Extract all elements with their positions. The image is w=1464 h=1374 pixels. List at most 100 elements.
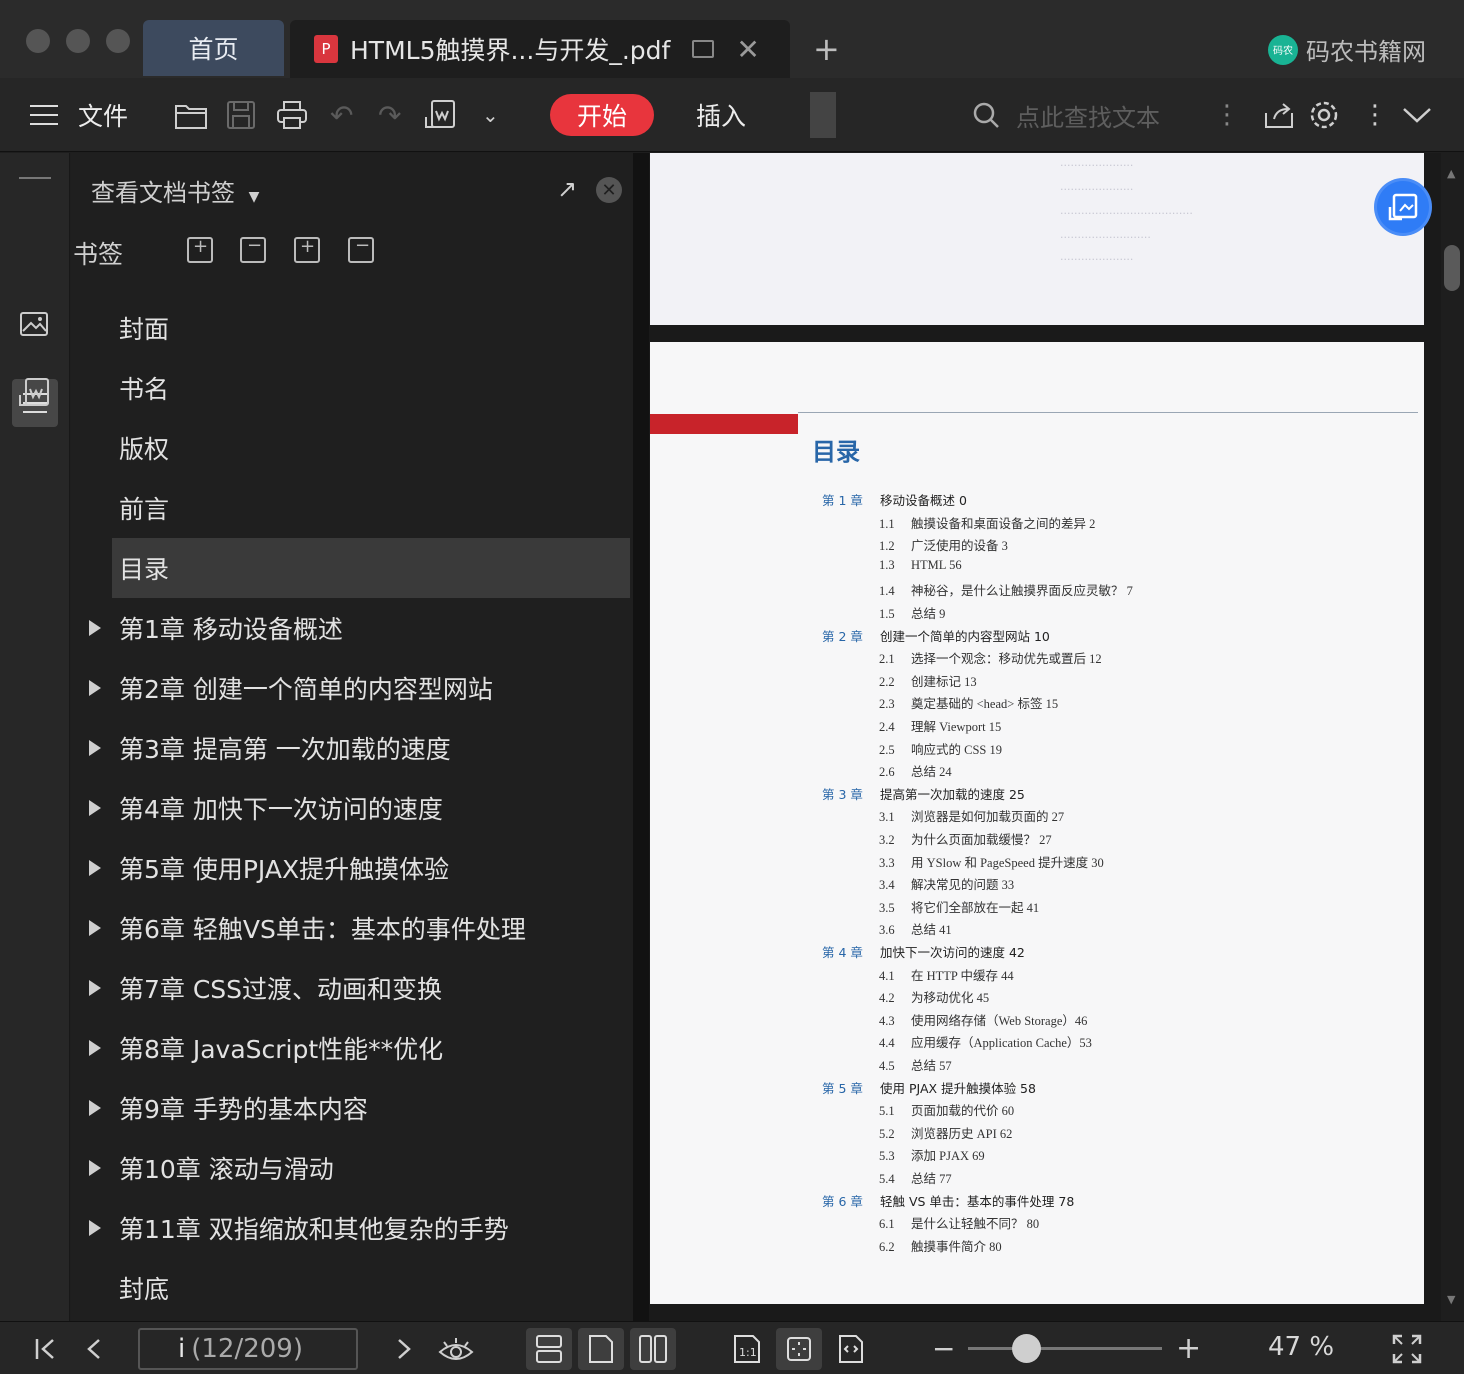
bookmark-item[interactable]: 第10章 滚动与滑动: [71, 1138, 633, 1198]
bookmark-item[interactable]: 封面: [71, 298, 633, 358]
document-view[interactable]: ····················· ··················…: [649, 153, 1441, 1321]
tab-document[interactable]: P HTML5触摸界...与开发_.pdf ✕: [290, 20, 790, 78]
settings-gear-icon[interactable]: [1308, 78, 1340, 152]
more-vertical-icon[interactable]: ⋮: [1214, 78, 1240, 152]
two-page-view-icon[interactable]: [630, 1328, 676, 1370]
bookmark-item[interactable]: 第9章 手势的基本内容: [71, 1078, 633, 1138]
first-page-icon[interactable]: [34, 1322, 56, 1374]
bookmark-item[interactable]: 第8章 JavaScript性能**优化: [71, 1018, 633, 1078]
open-folder-icon[interactable]: [174, 78, 208, 152]
page-number-input[interactable]: i (12/209): [138, 1328, 358, 1370]
hamburger-menu-icon[interactable]: [30, 78, 58, 152]
scroll-up-arrow-icon[interactable]: ▲: [1447, 167, 1455, 180]
undo-icon[interactable]: ↶: [330, 78, 353, 152]
convert-icon[interactable]: [424, 78, 456, 152]
expand-arrow-icon[interactable]: ↗: [557, 175, 577, 203]
zoom-in-icon[interactable]: +: [1176, 1322, 1201, 1374]
expand-triangle-icon[interactable]: [89, 800, 101, 816]
bookmark-label: 前言: [119, 495, 170, 524]
toc-section: 3.2 为什么页面加载缓慢？ 27: [879, 829, 1052, 848]
zoom-out-icon[interactable]: −: [932, 1322, 955, 1374]
expand-triangle-icon[interactable]: [89, 740, 101, 756]
single-page-view-icon[interactable]: [578, 1328, 624, 1370]
add-bookmark-icon[interactable]: +: [294, 236, 320, 263]
thumbnail-image-icon[interactable]: [19, 311, 49, 337]
more-options-icon[interactable]: ⋮: [1362, 78, 1388, 152]
expand-triangle-icon[interactable]: [89, 680, 101, 696]
rail-handle[interactable]: [19, 177, 51, 179]
expand-triangle-icon[interactable]: [89, 1100, 101, 1116]
brand-badge[interactable]: 码农 码农书籍网: [1268, 32, 1426, 67]
bookmark-item[interactable]: 第4章 加快下一次访问的速度: [71, 778, 633, 838]
bookmark-label: 第3章 提高第 一次加载的速度: [119, 735, 451, 764]
collapse-all-bookmarks-icon[interactable]: −: [240, 235, 266, 263]
scroll-down-arrow-icon[interactable]: ▼: [1447, 1293, 1455, 1306]
expand-triangle-icon[interactable]: [89, 860, 101, 876]
monitor-icon[interactable]: [692, 40, 715, 58]
bookmark-item[interactable]: 第1章 移动设备概述: [71, 598, 633, 658]
panel-close-icon[interactable]: ✕: [596, 177, 622, 203]
panel-divider[interactable]: [633, 153, 649, 1321]
delete-bookmark-icon[interactable]: −: [348, 235, 374, 263]
bookmark-item[interactable]: 第5章 使用PJAX提升触摸体验: [71, 838, 633, 898]
fit-page-icon[interactable]: [776, 1328, 822, 1370]
toc-section: 1.1 触摸设备和桌面设备之间的差异 2: [879, 513, 1095, 532]
bookmark-item[interactable]: 第2章 创建一个简单的内容型网站: [71, 658, 633, 718]
fit-width-icon[interactable]: [828, 1328, 874, 1370]
previous-page-icon[interactable]: [86, 1322, 102, 1374]
bookmark-item[interactable]: 第6章 轻触VS单击：基本的事件处理: [71, 898, 633, 958]
bookmark-item[interactable]: 书名: [71, 358, 633, 418]
collapse-toolbar-chevron-icon[interactable]: [1402, 78, 1432, 152]
toc-section-title: 解决常见的问题 33: [911, 878, 1015, 893]
bookmark-item[interactable]: 版权: [71, 418, 633, 478]
header-rule: [798, 412, 1418, 413]
plus-icon: +: [813, 30, 840, 68]
bookmark-item[interactable]: 第11章 双指缩放和其他复杂的手势: [71, 1198, 633, 1258]
expand-triangle-icon[interactable]: [89, 920, 101, 936]
file-menu-button[interactable]: 文件: [78, 78, 128, 152]
save-icon[interactable]: [226, 78, 256, 152]
bookmark-item[interactable]: 前言: [71, 478, 633, 538]
chevron-down-icon[interactable]: ⌄: [482, 78, 499, 152]
zoom-slider-knob[interactable]: [1011, 1334, 1041, 1363]
bookmark-item[interactable]: 第7章 CSS过渡、动画和变换: [71, 958, 633, 1018]
expand-all-bookmarks-icon[interactable]: +: [187, 236, 213, 263]
expand-triangle-icon[interactable]: [89, 980, 101, 996]
bookmark-item[interactable]: 第3章 提高第 一次加载的速度: [71, 718, 633, 778]
floating-convert-button[interactable]: [1374, 178, 1432, 236]
redo-icon[interactable]: ↷: [378, 78, 401, 152]
expand-triangle-icon[interactable]: [89, 1220, 101, 1236]
next-page-icon[interactable]: [396, 1322, 412, 1374]
toc-section-title: 为什么页面加载缓慢？ 27: [911, 833, 1052, 847]
bookmark-label: 封面: [119, 315, 170, 344]
rail-convert-icon[interactable]: [18, 377, 50, 409]
window-zoom-dot[interactable]: [106, 29, 130, 53]
eye-protection-icon[interactable]: [438, 1322, 474, 1374]
toc-section: 5.1 页面加载的代价 60: [879, 1100, 1014, 1119]
zoom-level[interactable]: 47 %: [1268, 1332, 1334, 1362]
expand-triangle-icon[interactable]: [89, 1160, 101, 1176]
tab-home[interactable]: 首页: [143, 20, 284, 76]
document-scrollbar[interactable]: ▲ ▼: [1441, 153, 1464, 1321]
tab-start[interactable]: 开始: [550, 94, 654, 136]
scrollbar-thumb[interactable]: [1444, 245, 1460, 291]
window-minimize-dot[interactable]: [66, 29, 90, 53]
continuous-view-icon[interactable]: [526, 1328, 572, 1370]
share-icon[interactable]: [1264, 78, 1294, 152]
search-field[interactable]: 点此查找文本: [972, 94, 1160, 136]
new-tab-button[interactable]: +: [813, 30, 840, 68]
tab-close-icon[interactable]: ✕: [736, 33, 759, 66]
expand-triangle-icon[interactable]: [89, 1040, 101, 1056]
zoom-slider-track[interactable]: [968, 1347, 1162, 1350]
bookmark-item[interactable]: 封底: [71, 1258, 633, 1318]
ghost-text: ·····················: [1060, 159, 1134, 172]
fullscreen-icon[interactable]: [1392, 1322, 1422, 1374]
window-close-dot[interactable]: [26, 29, 50, 53]
toolbar-overflow-handle[interactable]: [810, 92, 836, 138]
panel-header[interactable]: 查看文档书签 ▼: [91, 173, 259, 208]
bookmark-item[interactable]: 目录: [112, 538, 630, 598]
expand-triangle-icon[interactable]: [89, 620, 101, 636]
print-icon[interactable]: [276, 78, 308, 152]
tab-insert[interactable]: 插入: [696, 94, 746, 136]
actual-size-icon[interactable]: 1:1: [724, 1328, 770, 1370]
